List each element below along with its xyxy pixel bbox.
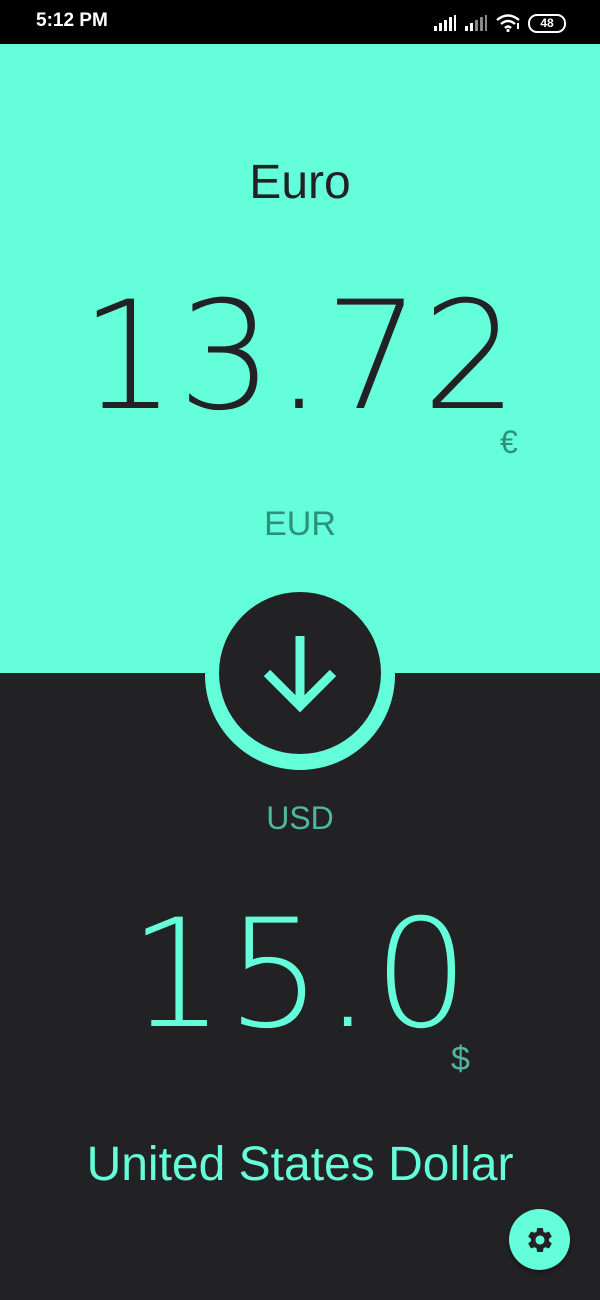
- status-bar: 5:12 PM 48: [0, 0, 600, 44]
- target-currency-symbol: $: [451, 1040, 470, 1078]
- arrow-down-icon: [263, 636, 337, 713]
- target-amount: 15.0: [129, 888, 471, 1062]
- signal-icon: [465, 15, 487, 31]
- settings-button[interactable]: [509, 1209, 570, 1270]
- source-currency-name[interactable]: Euro: [0, 155, 600, 211]
- status-icons: 48: [434, 12, 566, 34]
- signal-icon: [434, 15, 456, 31]
- target-currency-name[interactable]: United States Dollar: [0, 1137, 600, 1193]
- target-currency-code: USD: [266, 800, 334, 836]
- status-time: 5:12 PM: [36, 10, 108, 31]
- source-currency-code: EUR: [264, 505, 336, 543]
- wifi-icon: [496, 14, 520, 32]
- swap-button[interactable]: [219, 592, 381, 754]
- source-currency-symbol: €: [500, 424, 518, 460]
- gear-icon: [527, 1227, 552, 1252]
- source-amount[interactable]: 13.72: [0, 272, 600, 442]
- battery-icon: 48: [528, 13, 566, 33]
